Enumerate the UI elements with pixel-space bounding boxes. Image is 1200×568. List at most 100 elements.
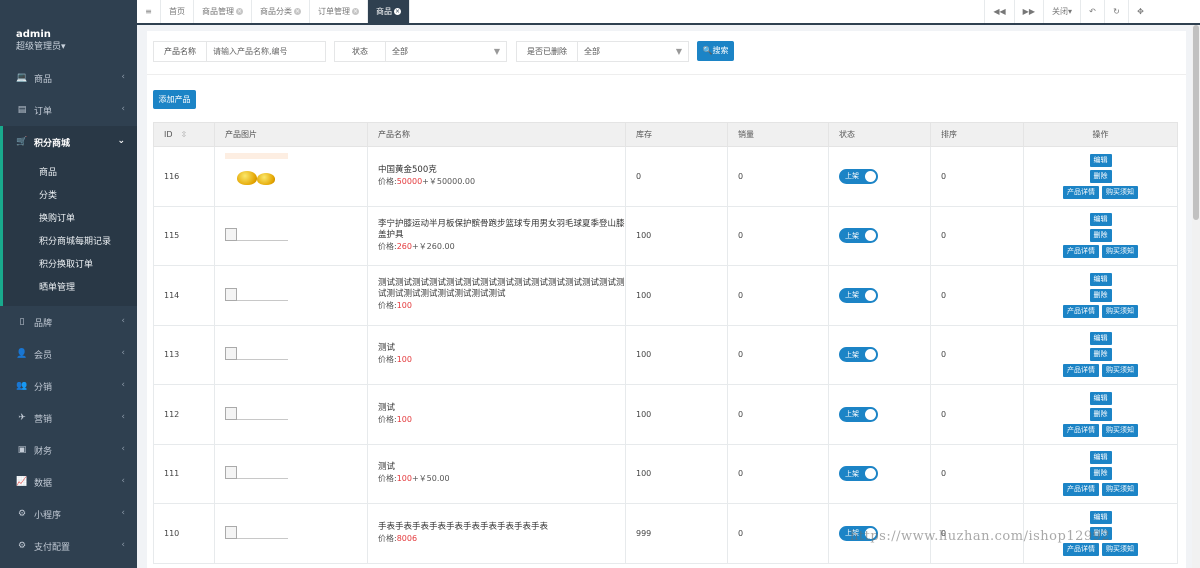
- table-row: 111 测试 价格:100+￥50.00 100 0 上架 0 编辑 删除 产品详情 购买须知: [153, 443, 1178, 504]
- submenu-item[interactable]: 分类: [3, 185, 137, 208]
- purchase-notice-button[interactable]: 购买须知: [1102, 304, 1138, 318]
- close-icon[interactable]: ×: [236, 8, 243, 15]
- cell-actions: 编辑删除产品详情 购买须知: [1023, 146, 1178, 207]
- edit-button[interactable]: 编辑: [1089, 510, 1112, 524]
- product-detail-button[interactable]: 产品详情: [1063, 483, 1099, 497]
- cell-status: 上架: [828, 146, 931, 207]
- cell-name: 测试 价格:100: [367, 324, 626, 385]
- chevron-down-icon: ⌄: [117, 136, 125, 146]
- fullscreen-icon[interactable]: ✥: [1128, 0, 1152, 23]
- tab-label: 商品: [376, 7, 392, 16]
- product-name-input[interactable]: 请输入产品名称,编号: [207, 42, 325, 61]
- purchase-notice-button[interactable]: 购买须知: [1102, 245, 1138, 259]
- delete-button[interactable]: 删除: [1089, 467, 1112, 481]
- submenu-item[interactable]: 商品: [3, 162, 137, 185]
- price-prefix: 价格:: [378, 355, 397, 365]
- purchase-notice-button[interactable]: 购买须知: [1102, 423, 1138, 437]
- product-name: 测试: [378, 343, 396, 354]
- price-prefix: 价格:: [378, 241, 397, 251]
- cell-id: 116: [153, 146, 215, 207]
- sidebar-item-sidebar.items_bottom7[interactable]: ⚙ 支付配置 ‹: [0, 530, 137, 562]
- add-product-button[interactable]: 添加产品: [153, 90, 196, 109]
- product-detail-button[interactable]: 产品详情: [1063, 423, 1099, 437]
- status-select[interactable]: 全部 ▼: [386, 42, 506, 61]
- delete-button[interactable]: 删除: [1089, 229, 1112, 243]
- submenu-item[interactable]: 积分换取订单: [3, 254, 137, 277]
- refresh-icon[interactable]: ↻: [1104, 0, 1128, 23]
- search-button[interactable]: 🔍搜索: [697, 41, 734, 61]
- purchase-notice-button[interactable]: 购买须知: [1102, 185, 1138, 199]
- edit-button[interactable]: 编辑: [1089, 213, 1112, 227]
- sidebar-item-sidebar.items_top0[interactable]: 💻 商品 ‹: [0, 62, 137, 94]
- sidebar-item-sidebar.items_top1[interactable]: ▤ 订单 ‹: [0, 94, 137, 126]
- tab-next-icon[interactable]: ▶▶: [1013, 0, 1043, 23]
- cell-status: 上架: [828, 384, 931, 445]
- tab-prev-icon[interactable]: ◀◀: [984, 0, 1013, 23]
- deleted-select[interactable]: 全部 ▼: [578, 42, 688, 61]
- product-price: 价格:260+￥260.00: [378, 241, 625, 253]
- tab-2[interactable]: 商品分类 ×: [252, 0, 310, 23]
- chevron-left-icon: ‹: [121, 104, 125, 114]
- status-toggle[interactable]: 上架: [839, 168, 878, 184]
- sidebar-item-points-mall[interactable]: 🛒 积分商城 ⌄: [0, 126, 137, 158]
- product-price: 价格:50000+￥50000.00: [378, 176, 625, 188]
- status-toggle[interactable]: 上架: [839, 347, 878, 363]
- tab-4[interactable]: 商品 ×: [368, 0, 410, 23]
- cell-name: 测试测试测试测试测试测试测试测试测试测试测试测试测试测试测试测试测试测试测试测试…: [367, 265, 626, 326]
- close-icon[interactable]: ×: [394, 8, 401, 15]
- product-detail-button[interactable]: 产品详情: [1063, 304, 1099, 318]
- toggle-knob: [865, 170, 876, 182]
- purchase-notice-button[interactable]: 购买须知: [1102, 542, 1138, 556]
- product-detail-button[interactable]: 产品详情: [1063, 245, 1099, 259]
- sidebar-item-sidebar.items_bottom2[interactable]: 👥 分销 ‹: [0, 370, 137, 402]
- cell-stock: 100: [625, 324, 728, 385]
- edit-button[interactable]: 编辑: [1089, 272, 1112, 286]
- sidebar-item-sidebar.items_bottom4[interactable]: ▣ 财务 ‹: [0, 434, 137, 466]
- purchase-notice-button[interactable]: 购买须知: [1102, 364, 1138, 378]
- chevron-left-icon: ‹: [121, 348, 125, 358]
- tab-0[interactable]: 首页: [161, 0, 194, 23]
- user-role-dropdown[interactable]: 超级管理员▾: [16, 41, 137, 54]
- sidebar-item-label: 财务: [34, 446, 53, 457]
- tab-3[interactable]: 订单管理 ×: [310, 0, 368, 23]
- page-scrollbar[interactable]: [1192, 25, 1200, 568]
- edit-button[interactable]: 编辑: [1089, 153, 1112, 167]
- sidebar-item-label: 商品: [34, 74, 53, 85]
- delete-button[interactable]: 删除: [1089, 169, 1112, 183]
- close-tabs-dropdown[interactable]: 关闭▾: [1042, 0, 1080, 23]
- sidebar-item-sidebar.items_bottom3[interactable]: ✈ 营销 ‹: [0, 402, 137, 434]
- submenu-item[interactable]: 换购订单: [3, 208, 137, 231]
- edit-button[interactable]: 编辑: [1089, 451, 1112, 465]
- delete-button[interactable]: 删除: [1089, 348, 1112, 362]
- submenu-item[interactable]: 积分商城每期记录: [3, 231, 137, 254]
- price-prefix: 价格:: [378, 176, 397, 186]
- menu-toggle-icon[interactable]: ≡: [137, 0, 161, 23]
- back-icon[interactable]: ↶: [1080, 0, 1104, 23]
- product-detail-button[interactable]: 产品详情: [1063, 185, 1099, 199]
- scrollbar-thumb[interactable]: [1193, 25, 1199, 220]
- sidebar-item-sidebar.items_bottom6[interactable]: ⚙ 小程序 ‹: [0, 498, 137, 530]
- edit-button[interactable]: 编辑: [1089, 332, 1112, 346]
- status-toggle[interactable]: 上架: [839, 406, 878, 422]
- cell-sort: 0: [930, 443, 1024, 504]
- status-toggle[interactable]: 上架: [839, 287, 878, 303]
- purchase-notice-button[interactable]: 购买须知: [1102, 483, 1138, 497]
- close-icon[interactable]: ×: [352, 8, 359, 15]
- sidebar-item-sidebar.items_bottom5[interactable]: 📈 数据 ‹: [0, 466, 137, 498]
- sidebar-item-sidebar.items_bottom0[interactable]: ▯ 品牌 ‹: [0, 306, 137, 338]
- status-toggle[interactable]: 上架: [839, 228, 878, 244]
- sidebar-item-sidebar.items_bottom1[interactable]: 👤 会员 ‹: [0, 338, 137, 370]
- submenu-item[interactable]: 晒单管理: [3, 277, 137, 300]
- delete-button[interactable]: 删除: [1089, 288, 1112, 302]
- product-detail-button[interactable]: 产品详情: [1063, 542, 1099, 556]
- tab-1[interactable]: 商品管理 ×: [194, 0, 252, 23]
- delete-button[interactable]: 删除: [1089, 407, 1112, 421]
- cell-status: 上架: [828, 205, 931, 266]
- product-name: 测试: [378, 402, 396, 413]
- close-icon[interactable]: ×: [294, 8, 301, 15]
- cell-sales: 0: [727, 443, 829, 504]
- col-header-id[interactable]: ID ⇳: [153, 122, 215, 147]
- product-detail-button[interactable]: 产品详情: [1063, 364, 1099, 378]
- status-toggle[interactable]: 上架: [839, 466, 878, 482]
- edit-button[interactable]: 编辑: [1089, 391, 1112, 405]
